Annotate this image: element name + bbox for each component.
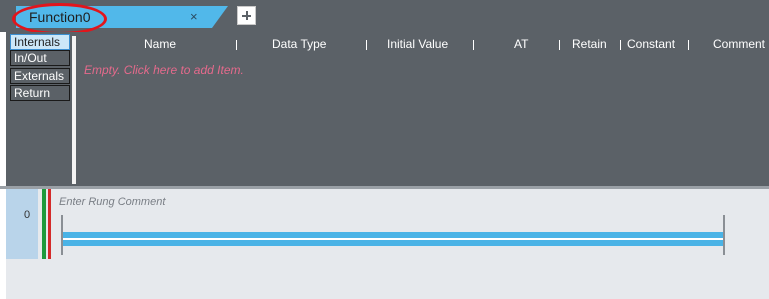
column-header-at[interactable]: AT bbox=[514, 36, 528, 52]
add-item-prompt[interactable]: Empty. Click here to add Item. bbox=[84, 63, 244, 77]
tab-in-out[interactable]: In/Out bbox=[10, 50, 70, 66]
column-separator bbox=[559, 40, 560, 50]
column-separator bbox=[236, 40, 237, 50]
rung-comment-field[interactable]: Enter Rung Comment bbox=[59, 196, 165, 208]
tab-externals[interactable]: Externals bbox=[10, 68, 70, 84]
grid-header: Name Data Type Initial Value AT Retain C… bbox=[76, 36, 769, 52]
rung-number: 0 bbox=[24, 209, 31, 221]
column-header-constant[interactable]: Constant bbox=[627, 36, 675, 52]
editor-tab-bar: Function0 × bbox=[0, 0, 769, 35]
rung-wire bbox=[63, 238, 723, 240]
variable-category-tabs: Internals In/Out Externals Return bbox=[6, 32, 72, 188]
column-separator bbox=[688, 40, 689, 50]
variable-table-panel: Internals In/Out Externals Return Name D… bbox=[6, 32, 769, 188]
tab-label: Function0 bbox=[29, 9, 91, 25]
plus-icon[interactable] bbox=[237, 6, 256, 25]
column-separator bbox=[620, 40, 621, 50]
power-rail-red bbox=[48, 189, 51, 259]
column-separator bbox=[473, 40, 474, 50]
column-header-data-type[interactable]: Data Type bbox=[272, 36, 326, 52]
right-bus-bar bbox=[723, 215, 725, 255]
variable-grid: Name Data Type Initial Value AT Retain C… bbox=[76, 36, 769, 185]
column-separator bbox=[366, 40, 367, 50]
rung-number-column: 0 bbox=[6, 189, 38, 259]
rung-0[interactable] bbox=[63, 232, 723, 246]
tab-function0[interactable]: Function0 × bbox=[16, 6, 212, 28]
tab-return[interactable]: Return bbox=[10, 85, 70, 101]
column-header-comment[interactable]: Comment bbox=[713, 36, 765, 52]
column-header-name[interactable]: Name bbox=[144, 36, 176, 52]
column-header-initial-value[interactable]: Initial Value bbox=[387, 36, 448, 52]
tab-edge bbox=[212, 6, 228, 28]
ladder-editor: 0 Enter Rung Comment bbox=[6, 189, 769, 299]
column-header-retain[interactable]: Retain bbox=[572, 36, 607, 52]
close-icon[interactable]: × bbox=[190, 9, 198, 24]
power-rail-green bbox=[42, 189, 46, 259]
tab-internals[interactable]: Internals bbox=[10, 34, 70, 50]
